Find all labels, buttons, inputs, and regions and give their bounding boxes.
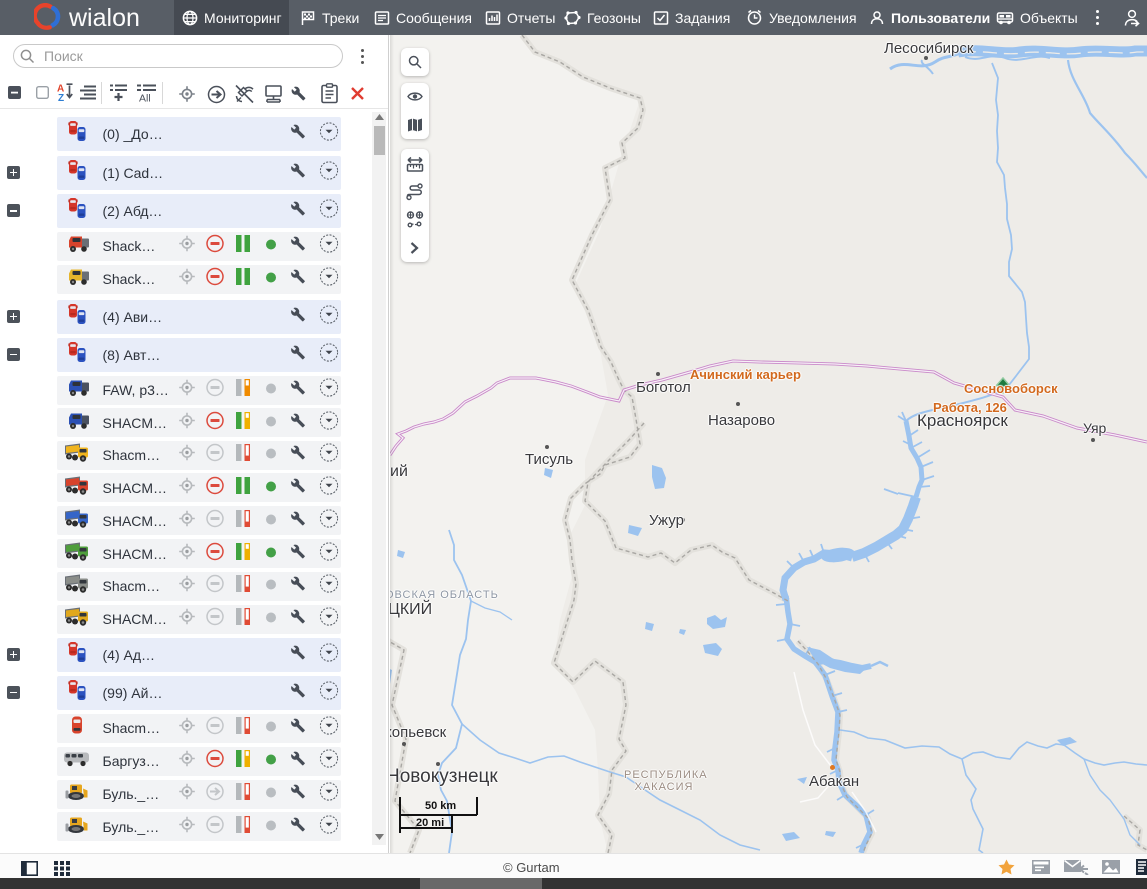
svg-text:All: All — [139, 93, 151, 104]
svg-text:50 km: 50 km — [425, 800, 456, 812]
svg-text:20 mi: 20 mi — [416, 817, 444, 829]
svg-text:Z: Z — [58, 93, 64, 102]
